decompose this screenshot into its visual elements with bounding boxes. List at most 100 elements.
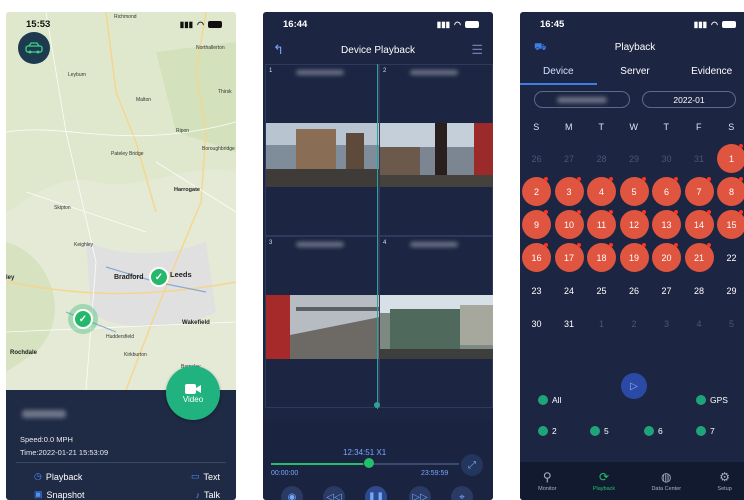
fullscreen-button[interactable]: ⤢ [461, 454, 483, 476]
snapshot-action[interactable]: ▣ Snapshot [34, 489, 85, 500]
calendar-day[interactable]: 28 [685, 276, 714, 305]
calendar-day[interactable]: 5 [619, 177, 649, 206]
vehicle-marker[interactable]: ✓ [73, 309, 93, 329]
calendar-day[interactable]: 7 [684, 177, 714, 206]
calendar-day[interactable]: 31 [555, 309, 584, 338]
filter-channel-7[interactable]: 7 [696, 426, 715, 436]
clock-icon: ◷ [34, 471, 42, 481]
menu-icon[interactable]: ☰ [471, 42, 483, 58]
wifi-icon: ◠ [711, 19, 718, 29]
camera-feed [266, 295, 380, 359]
calendar-day[interactable]: 12 [619, 210, 649, 239]
calendar-day[interactable]: 8 [717, 177, 744, 206]
calendar-day-number: 17 [563, 252, 574, 263]
back-icon[interactable]: ↰ [273, 42, 284, 58]
nav-data-center[interactable]: ◍ Data Center [651, 470, 681, 492]
camera-feed [380, 295, 493, 359]
filter-channel-6-label: 6 [658, 426, 663, 436]
camera-icon: ▣ [34, 489, 43, 499]
calendar-day[interactable]: 6 [652, 177, 681, 206]
filter-all[interactable]: All [538, 395, 561, 405]
car-icon[interactable]: ⛟ [534, 42, 547, 55]
map-label-kirkburton: Kirkburton [124, 352, 147, 358]
calendar-day[interactable]: 24 [555, 276, 584, 305]
calendar-day[interactable]: 26 [620, 276, 649, 305]
calendar-day[interactable]: 25 [587, 276, 616, 305]
location-button[interactable]: ⌖ [451, 486, 473, 500]
calendar-day[interactable]: 9 [522, 210, 551, 239]
location-pin-icon: ⌖ [459, 491, 465, 500]
timeline-thumb[interactable] [364, 458, 374, 468]
calendar-day[interactable]: 18 [587, 243, 616, 272]
calendar-day[interactable]: 13 [652, 210, 681, 239]
time-cursor-handle[interactable] [374, 402, 380, 408]
channel-tile-2[interactable]: 2 [379, 64, 493, 236]
weekday-label: M [565, 122, 573, 132]
calendar-day-number: 18 [596, 252, 607, 263]
end-time: 23:59:59 [421, 470, 449, 477]
check-icon [538, 426, 548, 436]
filter-channel-6[interactable]: 6 [644, 426, 663, 436]
text-action[interactable]: ▭ Text [191, 471, 220, 482]
divider [16, 462, 226, 463]
tab-server[interactable]: Server [597, 66, 674, 85]
page-title: Device Playback [341, 44, 415, 56]
calendar-day[interactable]: 21 [684, 243, 714, 272]
device-select[interactable] [534, 91, 630, 108]
playback-action[interactable]: ◷ Playback [34, 471, 82, 482]
calendar-day[interactable]: 1 [717, 144, 744, 173]
map-label-boroughbridge: Boroughbridge [202, 146, 235, 152]
filter-channel-5[interactable]: 5 [590, 426, 609, 436]
calendar-day-number: 28 [693, 285, 704, 296]
nav-playback[interactable]: ⟳ Playback [593, 470, 615, 492]
weekday-label: T [598, 122, 605, 132]
calendar-day[interactable]: 27 [652, 276, 681, 305]
time-cursor-line [377, 64, 378, 409]
calendar-day[interactable]: 23 [522, 276, 551, 305]
month-select[interactable]: 2022-01 [642, 91, 736, 108]
channel-tile-4[interactable]: 4 [379, 236, 493, 408]
calendar-day-number: 31 [563, 318, 574, 329]
calendar-day[interactable]: 29 [717, 276, 744, 305]
filter-channel-2[interactable]: 2 [538, 426, 557, 436]
vehicle-marker[interactable]: ✓ [149, 267, 169, 287]
speed-text: Speed:0.0 MPH [20, 435, 73, 444]
calendar-day[interactable]: 3 [554, 177, 584, 206]
calendar-day[interactable]: 22 [717, 243, 744, 272]
calendar-day[interactable]: 20 [652, 243, 681, 272]
map-label-northallerton: Northallerton [196, 45, 225, 51]
snapshot-button[interactable]: ◉ [281, 486, 303, 500]
video-button[interactable]: Video [166, 366, 220, 420]
play-button[interactable]: ▷ [621, 373, 647, 399]
fast-forward-button[interactable]: ▷▷ [409, 486, 431, 500]
calendar-day[interactable]: 10 [554, 210, 584, 239]
calendar-day[interactable]: 2 [522, 177, 551, 206]
nav-data-center-label: Data Center [651, 486, 682, 492]
channel-tile-3[interactable]: 3 [265, 236, 380, 408]
nav-setup[interactable]: ⚙ Setup [717, 470, 731, 492]
filter-gps[interactable]: GPS [696, 395, 728, 405]
nav-monitor[interactable]: ⚲ Monitor [538, 470, 556, 492]
calendar-day[interactable]: 16 [522, 243, 551, 272]
calendar-day[interactable]: 17 [554, 243, 584, 272]
calendar-day[interactable]: 30 [522, 309, 551, 338]
calendar-day[interactable]: 14 [684, 210, 714, 239]
bottom-nav: ⚲ Monitor ⟳ Playback ◍ Data Center ⚙ Setup [520, 462, 744, 500]
rewind-button[interactable]: ◁◁ [323, 486, 345, 500]
battery-icon [208, 20, 222, 28]
tab-device[interactable]: Device [520, 66, 597, 85]
channel-tile-1[interactable]: 1 [265, 64, 380, 236]
tab-evidence[interactable]: Evidence [673, 66, 744, 85]
vehicle-list-button[interactable] [18, 32, 50, 64]
calendar-day[interactable]: 19 [619, 243, 649, 272]
recording-indicator [641, 243, 646, 247]
filter-all-label: All [552, 395, 562, 405]
calendar-day[interactable]: 11 [587, 210, 616, 239]
recording-indicator [544, 177, 548, 181]
pause-button[interactable]: ❚❚ [365, 486, 387, 500]
talk-action[interactable]: ♪ Talk [195, 489, 220, 500]
calendar-day[interactable]: 4 [587, 177, 616, 206]
map-label-leyburn: Leyburn [68, 72, 87, 78]
channel-name-redacted [296, 242, 344, 247]
calendar-day[interactable]: 15 [717, 210, 744, 239]
